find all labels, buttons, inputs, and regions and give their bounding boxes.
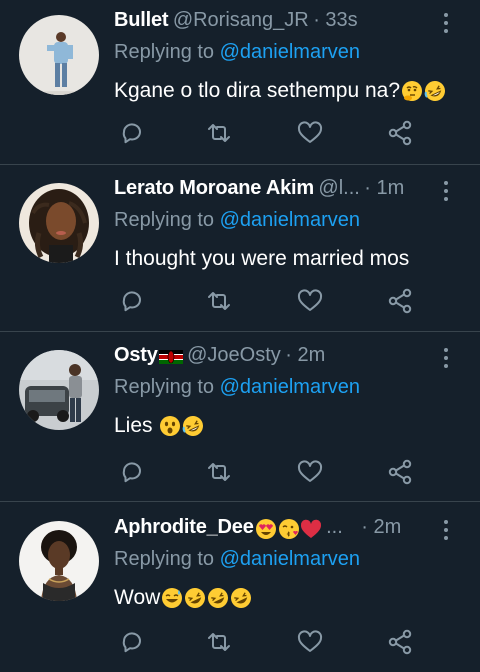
reply-feed: Bullet @Rorisang_JR · 33s Replying to @d… <box>0 0 480 661</box>
tweet-text: Kgane o tlo dira sethempu na? <box>114 76 466 106</box>
share-icon[interactable] <box>386 119 414 147</box>
timestamp[interactable]: · 1m <box>364 177 404 199</box>
like-icon[interactable] <box>296 119 324 147</box>
display-name[interactable]: Aphrodite_Dee <box>114 516 254 538</box>
retweet-icon[interactable] <box>205 119 233 147</box>
mention-link[interactable]: @danielmarven <box>220 548 360 570</box>
replying-to: Replying to @danielmarven <box>114 548 360 570</box>
user-handle[interactable]: @Rorisang_JR <box>173 9 309 31</box>
user-handle[interactable]: ... <box>326 516 343 538</box>
reply-icon[interactable] <box>118 628 146 656</box>
mention-link[interactable]: @danielmarven <box>220 41 360 63</box>
rofl-icon <box>208 588 229 608</box>
timestamp[interactable]: · 33s <box>313 9 357 31</box>
rofl-icon <box>424 81 446 101</box>
retweet-icon[interactable] <box>205 628 233 656</box>
rofl-icon <box>231 588 252 608</box>
like-icon[interactable] <box>296 628 324 656</box>
kissing-face-icon <box>278 518 299 539</box>
rofl-icon <box>185 588 206 608</box>
kenya-flag-icon <box>158 349 183 364</box>
rofl-icon <box>183 416 204 436</box>
astonished-face-icon <box>160 416 181 436</box>
tweet-item[interactable]: Aphrodite_Dee ... · 2m Replying to @dani… <box>0 502 480 672</box>
reply-icon[interactable] <box>118 287 146 315</box>
timestamp[interactable]: · 2m <box>285 344 325 366</box>
avatar[interactable] <box>19 183 99 263</box>
share-icon[interactable] <box>386 628 414 656</box>
display-name[interactable]: Lerato Moroane Akim <box>114 177 314 199</box>
like-icon[interactable] <box>296 458 324 486</box>
user-handle[interactable]: @JoeOsty <box>187 344 281 366</box>
retweet-icon[interactable] <box>205 458 233 486</box>
more-icon[interactable] <box>444 348 448 368</box>
reply-icon[interactable] <box>118 119 146 147</box>
tweet-item[interactable]: Osty @JoeOsty · 2m Replying to @danielma… <box>0 332 480 502</box>
reply-icon[interactable] <box>118 458 146 486</box>
tweet-item[interactable]: Bullet @Rorisang_JR · 33s Replying to @d… <box>0 0 480 165</box>
mention-link[interactable]: @danielmarven <box>220 209 360 231</box>
tweet-text: Wow <box>114 583 466 613</box>
replying-to: Replying to @danielmarven <box>114 376 360 398</box>
red-heart-icon <box>300 519 321 538</box>
share-icon[interactable] <box>386 287 414 315</box>
share-icon[interactable] <box>386 458 414 486</box>
tweet-text: I thought you were married mos <box>114 247 410 270</box>
display-name[interactable]: Osty <box>114 344 158 366</box>
tweet-text: Lies <box>114 411 466 441</box>
more-icon[interactable] <box>444 13 448 33</box>
replying-to: Replying to @danielmarven <box>114 41 360 63</box>
tweet-item[interactable]: Lerato Moroane Akim @l... · 1m Replying … <box>0 165 480 332</box>
more-icon[interactable] <box>444 520 448 540</box>
retweet-icon[interactable] <box>205 287 233 315</box>
avatar[interactable] <box>19 521 99 601</box>
more-icon[interactable] <box>444 181 448 201</box>
user-handle[interactable]: @l... <box>318 177 359 199</box>
heart-eyes-icon <box>255 518 276 539</box>
mention-link[interactable]: @danielmarven <box>220 376 360 398</box>
replying-to: Replying to @danielmarven <box>114 209 360 231</box>
avatar[interactable] <box>19 15 99 95</box>
display-name[interactable]: Bullet <box>114 9 169 31</box>
sweat-smile-icon <box>162 588 183 608</box>
like-icon[interactable] <box>296 287 324 315</box>
avatar[interactable] <box>19 350 99 430</box>
timestamp[interactable]: · 2m <box>361 516 401 538</box>
thinking-face-icon <box>402 81 423 101</box>
